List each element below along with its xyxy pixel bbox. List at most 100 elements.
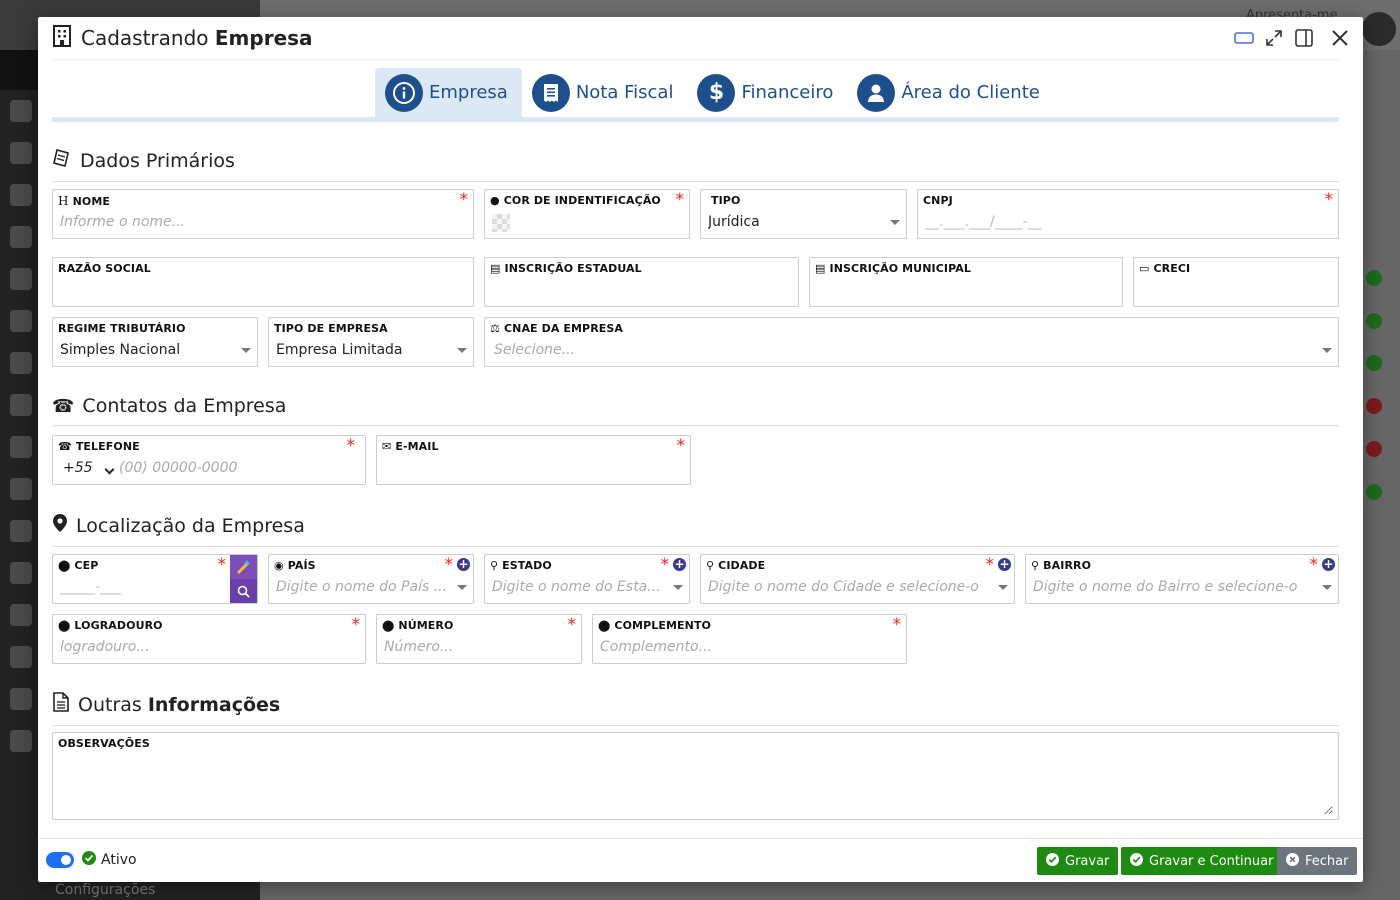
required-mark: * — [217, 555, 227, 575]
tipo-select[interactable]: TIPO Jurídica — [700, 189, 907, 239]
chevron-down-icon — [241, 348, 251, 353]
background-config-label: Configurações — [55, 882, 156, 898]
modal-header: Cadastrando Empresa — [38, 17, 1363, 59]
newspaper-icon: ▤ — [490, 262, 501, 275]
search-icon[interactable] — [230, 579, 257, 603]
tabs-bar: Empresa Nota Fiscal $ Financeiro Área do… — [52, 59, 1339, 122]
check-circle-icon — [82, 851, 96, 869]
id-card-icon: ▭ — [1139, 262, 1150, 275]
pais-select[interactable]: ◉ PAÍS * + Digite o nome do País ... — [268, 554, 474, 604]
info-icon — [385, 73, 423, 112]
color-picker[interactable] — [492, 214, 510, 232]
bairro-select[interactable]: ⚲ BAIRRO * + Digite o nome do Bairro e se… — [1025, 554, 1339, 604]
chevron-down-icon — [1322, 585, 1332, 590]
gravar-continuar-button[interactable]: Gravar e Continuar — [1121, 847, 1283, 875]
logradouro-field[interactable]: ⬤ LOGRADOURO * logradouro... — [52, 614, 366, 664]
map-marker-icon: ⬤ — [58, 559, 71, 572]
company-modal: Cadastrando Empresa Empresa Nota Fiscal … — [38, 17, 1363, 882]
check-circle-icon — [1130, 852, 1143, 870]
add-bairro-icon[interactable]: + — [1322, 558, 1335, 571]
required-mark: * — [985, 555, 995, 575]
nome-field[interactable]: H NOME * Informe o nome... — [52, 189, 474, 239]
tab-nota-fiscal[interactable]: Nota Fiscal — [522, 68, 688, 117]
cnae-select[interactable]: ⚖ CNAE DA EMPRESA Selecione... — [484, 317, 1339, 367]
minimize-icon[interactable] — [1233, 27, 1255, 49]
ativo-toggle[interactable] — [46, 852, 74, 868]
inscricao-estadual-field[interactable]: ▤ INSCRIÇÃO ESTADUAL — [484, 257, 799, 307]
side-panel-icon[interactable] — [1293, 27, 1315, 49]
modal-title: Cadastrando Empresa — [81, 26, 313, 50]
check-circle-icon — [1046, 852, 1059, 870]
cnpj-field[interactable]: CNPJ * __.___.___/____-__ — [917, 189, 1339, 239]
numero-field[interactable]: ⬤ NÚMERO * Número... — [376, 614, 582, 664]
estado-select[interactable]: ⚲ ESTADO * + Digite o nome do Esta... — [484, 554, 690, 604]
required-mark: * — [1324, 190, 1334, 210]
cnpj-input[interactable]: __.___.___/____-__ — [925, 214, 1042, 230]
chevron-down-icon — [457, 348, 467, 353]
tab-label: Nota Fiscal — [575, 82, 674, 103]
newspaper-icon: ▤ — [815, 262, 826, 275]
palette-icon: ● — [490, 194, 500, 207]
creci-field[interactable]: ▭ CRECI — [1133, 257, 1339, 307]
observacoes-textarea[interactable] — [57, 755, 1333, 815]
required-mark: * — [459, 190, 469, 210]
cor-field[interactable]: ● COR DE INDENTIFICAÇÃO * — [484, 189, 690, 239]
email-field[interactable]: ✉ E-MAIL * — [376, 435, 691, 485]
numero-input[interactable]: Número... — [384, 639, 453, 655]
phone-icon: ☎ — [58, 440, 72, 453]
logradouro-input[interactable]: logradouro... — [60, 639, 150, 655]
map-marker-icon: ⬤ — [58, 619, 71, 632]
required-mark: * — [660, 555, 670, 575]
section-contatos: ☎ Contatos da Empresa — [52, 395, 1339, 426]
background-logo — [1362, 12, 1396, 46]
tipo-empresa-select[interactable]: TIPO DE EMPRESA Empresa Limitada — [268, 317, 474, 367]
required-mark: * — [567, 615, 577, 635]
gravar-button[interactable]: Gravar — [1037, 847, 1119, 875]
chevron-down-icon — [457, 585, 467, 590]
telefone-field[interactable]: ☎ TELEFONE * +55 (00) 00000-0000 — [52, 435, 366, 485]
building-icon — [52, 25, 72, 51]
phone-icon: ☎ — [52, 395, 75, 417]
globe-icon: ◉ — [274, 559, 284, 572]
ativo-status: Ativo — [82, 851, 137, 869]
cep-field[interactable]: ⬤ CEP * _____-___ — [52, 554, 258, 604]
tab-empresa[interactable]: Empresa — [375, 68, 522, 117]
map-marker-icon: ⬤ — [382, 619, 395, 632]
map-pin-icon: ⚲ — [1031, 559, 1040, 572]
regime-tributario-select[interactable]: REGIME TRIBUTÁRIO Simples Nacional — [52, 317, 258, 367]
add-pais-icon[interactable]: + — [457, 558, 470, 571]
ddi-select[interactable]: +55 — [63, 460, 93, 476]
inscricao-municipal-field[interactable]: ▤ INSCRIÇÃO MUNICIPAL — [809, 257, 1123, 307]
required-mark: * — [346, 436, 356, 456]
cidade-select[interactable]: ⚲ CIDADE * + Digite o nome do Cidade e se… — [700, 554, 1015, 604]
expand-icon[interactable] — [1263, 27, 1285, 49]
modal-footer: Ativo Gravar Gravar e Continuar Fechar — [38, 838, 1363, 882]
user-icon — [857, 73, 896, 112]
add-estado-icon[interactable]: + — [673, 558, 686, 571]
required-mark: * — [675, 190, 685, 210]
nome-input[interactable]: Informe o nome... — [60, 214, 185, 230]
add-cidade-icon[interactable]: + — [998, 558, 1011, 571]
magic-search-icon[interactable] — [230, 555, 257, 579]
chevron-down-icon — [104, 464, 115, 475]
required-mark: * — [676, 436, 686, 456]
razao-social-field[interactable]: RAZÃO SOCIAL — [52, 257, 474, 307]
balance-icon: ⚖ — [490, 322, 500, 335]
complemento-field[interactable]: ⬤ COMPLEMENTO * Complemento... — [592, 614, 907, 664]
map-pin-icon: ⚲ — [706, 559, 715, 572]
tab-area-cliente[interactable]: Área do Cliente — [847, 68, 1054, 117]
tab-label: Financeiro — [741, 82, 834, 103]
required-mark: * — [351, 615, 361, 635]
cep-input[interactable]: _____-___ — [60, 579, 121, 595]
tab-financeiro[interactable]: $ Financeiro — [687, 68, 847, 117]
map-pin-icon: ⚲ — [490, 559, 499, 572]
close-icon[interactable] — [1329, 27, 1351, 49]
tab-label: Empresa — [429, 82, 508, 103]
fechar-button[interactable]: Fechar — [1277, 847, 1358, 875]
dollar-icon: $ — [697, 73, 736, 112]
telefone-input[interactable]: (00) 00000-0000 — [119, 460, 237, 476]
section-localizacao: Localização da Empresa — [52, 513, 1339, 547]
observacoes-field[interactable]: OBSERVAÇÕES — [52, 732, 1339, 820]
file-text-icon — [52, 692, 78, 717]
complemento-input[interactable]: Complemento... — [600, 639, 712, 655]
